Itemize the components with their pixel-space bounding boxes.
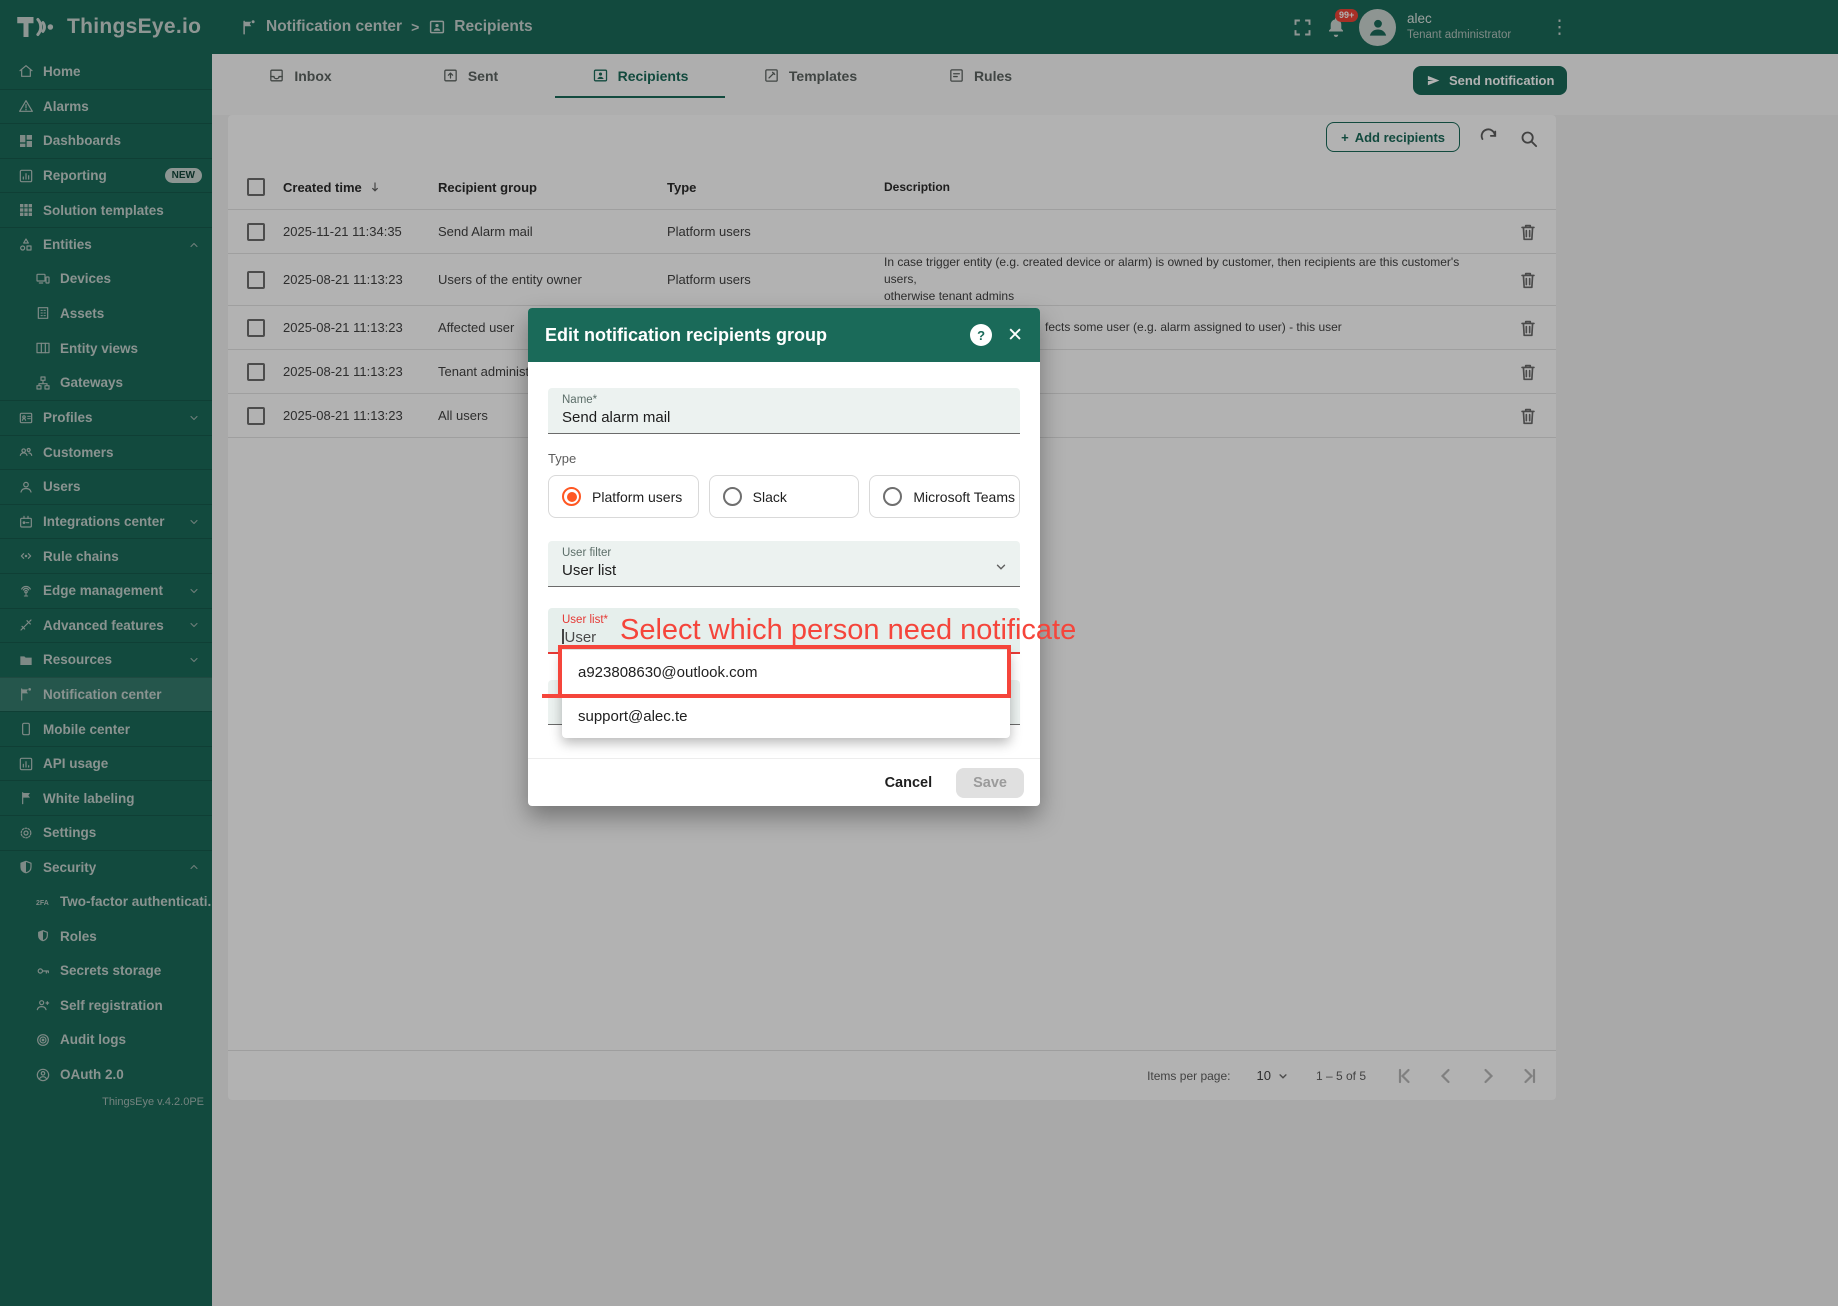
radio-unselected-icon — [722, 487, 742, 506]
type-option-platform-users[interactable]: Platform users — [548, 475, 699, 518]
dialog-footer: Cancel Save — [528, 758, 1040, 806]
type-radio-group: Platform users Slack Microsoft Teams — [548, 475, 1021, 518]
type-option-label: Microsoft Teams — [913, 488, 1016, 505]
radio-selected-icon — [562, 487, 581, 506]
dialog-title: Edit notification recipients group — [545, 324, 828, 345]
help-icon[interactable]: ? — [970, 324, 993, 346]
type-label: Type — [548, 451, 577, 466]
name-field[interactable]: Name* Send alarm mail — [548, 388, 1020, 434]
dialog-header: Edit notification recipients group ? ✕ — [528, 308, 1040, 362]
annotation-rectangle — [542, 645, 1011, 698]
type-option-label: Platform users — [592, 488, 683, 505]
radio-unselected-icon — [883, 487, 903, 506]
close-icon[interactable]: ✕ — [1007, 326, 1023, 345]
user-filter-value: User list — [562, 562, 617, 579]
type-option-microsoft-teams[interactable]: Microsoft Teams — [869, 475, 1021, 518]
type-option-slack[interactable]: Slack — [708, 475, 860, 518]
save-button[interactable]: Save — [956, 767, 1024, 798]
annotation-text: Select which person need notificate — [620, 614, 1077, 646]
app-root: ThingsEye.io Notification center > Recip… — [0, 0, 1838, 1306]
text-cursor — [562, 629, 564, 644]
name-value: Send alarm mail — [562, 409, 671, 426]
cancel-button[interactable]: Cancel — [875, 769, 943, 797]
dropdown-option[interactable]: support@alec.te — [562, 694, 1010, 738]
user-filter-select[interactable]: User filter User list — [548, 541, 1020, 587]
type-option-label: Slack — [752, 488, 787, 505]
chevron-down-icon — [994, 560, 1008, 574]
name-label: Name* — [562, 394, 598, 406]
user-filter-label: User filter — [562, 547, 612, 559]
